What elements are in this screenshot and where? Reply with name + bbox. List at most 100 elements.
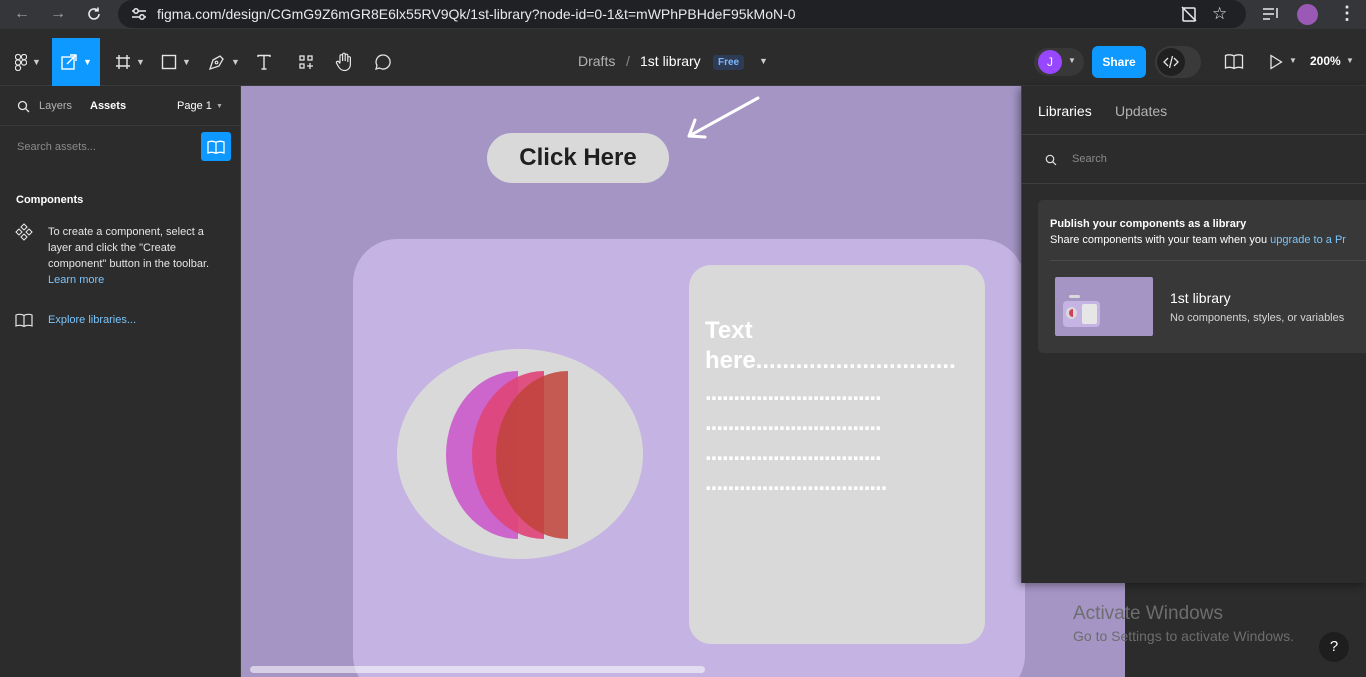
assets-search-input[interactable]: Search assets...: [17, 141, 96, 153]
libraries-panel: Libraries Updates Search Publish your co…: [1021, 86, 1366, 583]
move-tool-button[interactable]: ▼: [52, 38, 100, 86]
publish-subtitle: Share components with your team when you…: [1050, 234, 1346, 246]
book-icon: [207, 140, 225, 155]
divider: [1022, 134, 1366, 135]
comment-bubble-icon: [375, 54, 391, 70]
reading-list-icon[interactable]: [1262, 6, 1280, 27]
dev-mode-toggle[interactable]: [1155, 46, 1201, 78]
figma-logo-icon: [15, 53, 28, 71]
site-settings-icon[interactable]: [130, 6, 148, 22]
chevron-down-icon: ▼: [136, 57, 145, 67]
frame-tool-button[interactable]: ▼: [110, 38, 150, 86]
library-meta: No components, styles, or variables: [1170, 312, 1345, 324]
library-search-input[interactable]: Search: [1072, 153, 1107, 165]
shape-tool-button[interactable]: ▼: [156, 38, 196, 86]
code-icon: [1157, 48, 1185, 76]
resources-grid-icon: [299, 55, 313, 69]
text-dots-line: ................................: [705, 469, 887, 496]
help-button[interactable]: ?: [1319, 632, 1349, 662]
multiplayer-avatars[interactable]: J ▼: [1034, 48, 1084, 76]
chevron-down-icon: ▼: [32, 57, 41, 67]
pen-icon: [209, 55, 224, 71]
card[interactable]: Text here.............................. …: [353, 239, 1025, 677]
divider: [1022, 183, 1366, 184]
move-arrow-icon: [61, 54, 77, 70]
zoom-level[interactable]: 200%: [1310, 54, 1341, 68]
text-dots-line: ...............................: [705, 409, 882, 436]
team-library-button[interactable]: [201, 132, 231, 161]
chevron-down-icon: ▼: [182, 57, 191, 67]
comment-tool-button[interactable]: [371, 38, 395, 86]
arrow-annotation[interactable]: [681, 94, 761, 142]
open-book-icon: [15, 313, 33, 332]
frame-hash-icon: [116, 55, 131, 69]
main-menu-button[interactable]: ▼: [8, 38, 48, 86]
thumbnail-button-shape: [1069, 295, 1080, 298]
activate-windows-title: Activate Windows: [1073, 603, 1223, 624]
chevron-down-icon[interactable]: ▼: [216, 103, 223, 110]
share-button[interactable]: Share: [1092, 46, 1146, 78]
design-frame[interactable]: Click Here Text here....................…: [241, 86, 1125, 677]
browser-menu-icon[interactable]: ⋮: [1338, 3, 1356, 24]
present-chevron-icon[interactable]: ▼: [1289, 56, 1297, 65]
library-thumbnail[interactable]: [1055, 277, 1153, 336]
text-heading: Text: [705, 317, 753, 344]
profile-avatar-icon[interactable]: [1297, 4, 1318, 25]
chevron-down-icon: ▼: [1068, 56, 1076, 65]
hand-tool-button[interactable]: [332, 38, 356, 86]
text-dots-line: ...............................: [705, 379, 882, 406]
divider: [1050, 260, 1366, 261]
file-name[interactable]: 1st library: [640, 53, 701, 69]
present-play-icon[interactable]: [1269, 54, 1283, 75]
chevron-down-icon: ▼: [83, 57, 92, 67]
activate-windows-subtitle: Go to Settings to activate Windows.: [1073, 628, 1294, 644]
components-heading: Components: [16, 194, 84, 206]
tab-libraries[interactable]: Libraries: [1038, 103, 1092, 119]
zoom-chevron-icon[interactable]: ▼: [1346, 56, 1354, 65]
overlapping-circles-illustration[interactable]: [397, 349, 645, 561]
component-diamond-icon: [15, 223, 33, 246]
click-here-button[interactable]: Click Here: [487, 133, 669, 183]
text-block[interactable]: Text here.............................. …: [689, 265, 985, 644]
address-bar[interactable]: figma.com/design/CGmG9Z6mGR8E6lx55RV9Qk/…: [118, 0, 1246, 28]
upgrade-link[interactable]: upgrade to a Pr: [1270, 234, 1346, 246]
text-dots-line: ...............................: [705, 439, 882, 466]
bookmark-star-icon[interactable]: ☆: [1212, 4, 1227, 24]
toolbar-gap: [0, 29, 1366, 38]
user-avatar: J: [1038, 50, 1062, 74]
divider: [0, 125, 240, 126]
reload-icon[interactable]: [83, 4, 105, 24]
back-arrow-icon[interactable]: ←: [11, 4, 33, 24]
components-help-line: layer and click the "Create: [48, 242, 177, 254]
explore-libraries-link[interactable]: Explore libraries...: [48, 314, 136, 326]
tab-assets[interactable]: Assets: [90, 100, 126, 112]
thumbnail-card-shape: [1063, 301, 1100, 327]
pen-tool-button[interactable]: ▼: [204, 38, 244, 86]
rectangle-icon: [161, 54, 177, 70]
components-help-line: To create a component, select a: [48, 226, 204, 238]
search-icon: [17, 100, 30, 118]
text-heading-line2: here..............................: [705, 347, 956, 374]
library-book-icon[interactable]: [1224, 53, 1244, 75]
browser-bar: ← → figma.com/design/CGmG9Z6mGR8E6lx55RV…: [0, 0, 1366, 29]
file-menu-chevron-icon[interactable]: ▼: [759, 56, 768, 66]
tab-layers[interactable]: Layers: [39, 100, 72, 112]
library-name[interactable]: 1st library: [1170, 290, 1231, 306]
horizontal-scrollbar[interactable]: [250, 666, 705, 673]
tab-updates[interactable]: Updates: [1115, 103, 1167, 119]
no-tracking-icon[interactable]: [1180, 5, 1198, 28]
breadcrumb-drafts[interactable]: Drafts: [578, 53, 615, 69]
page-selector[interactable]: Page 1: [177, 100, 212, 112]
resources-tool-button[interactable]: [294, 38, 318, 86]
components-help-line: component" button in the toolbar.: [48, 258, 210, 270]
learn-more-link[interactable]: Learn more: [48, 274, 104, 286]
plan-badge: Free: [713, 55, 745, 70]
text-tool-button[interactable]: [252, 38, 276, 86]
forward-arrow-icon[interactable]: →: [47, 4, 69, 24]
publish-library-card: Publish your components as a library Sha…: [1038, 200, 1366, 353]
thumbnail-shapes: [1069, 309, 1073, 317]
figma-toolbar: ▼ ▼ ▼ ▼ ▼ Drafts / 1st library Free ▼ J …: [0, 38, 1366, 86]
search-icon: [1045, 153, 1057, 171]
breadcrumb-separator: /: [626, 53, 630, 69]
hand-icon: [335, 52, 351, 72]
